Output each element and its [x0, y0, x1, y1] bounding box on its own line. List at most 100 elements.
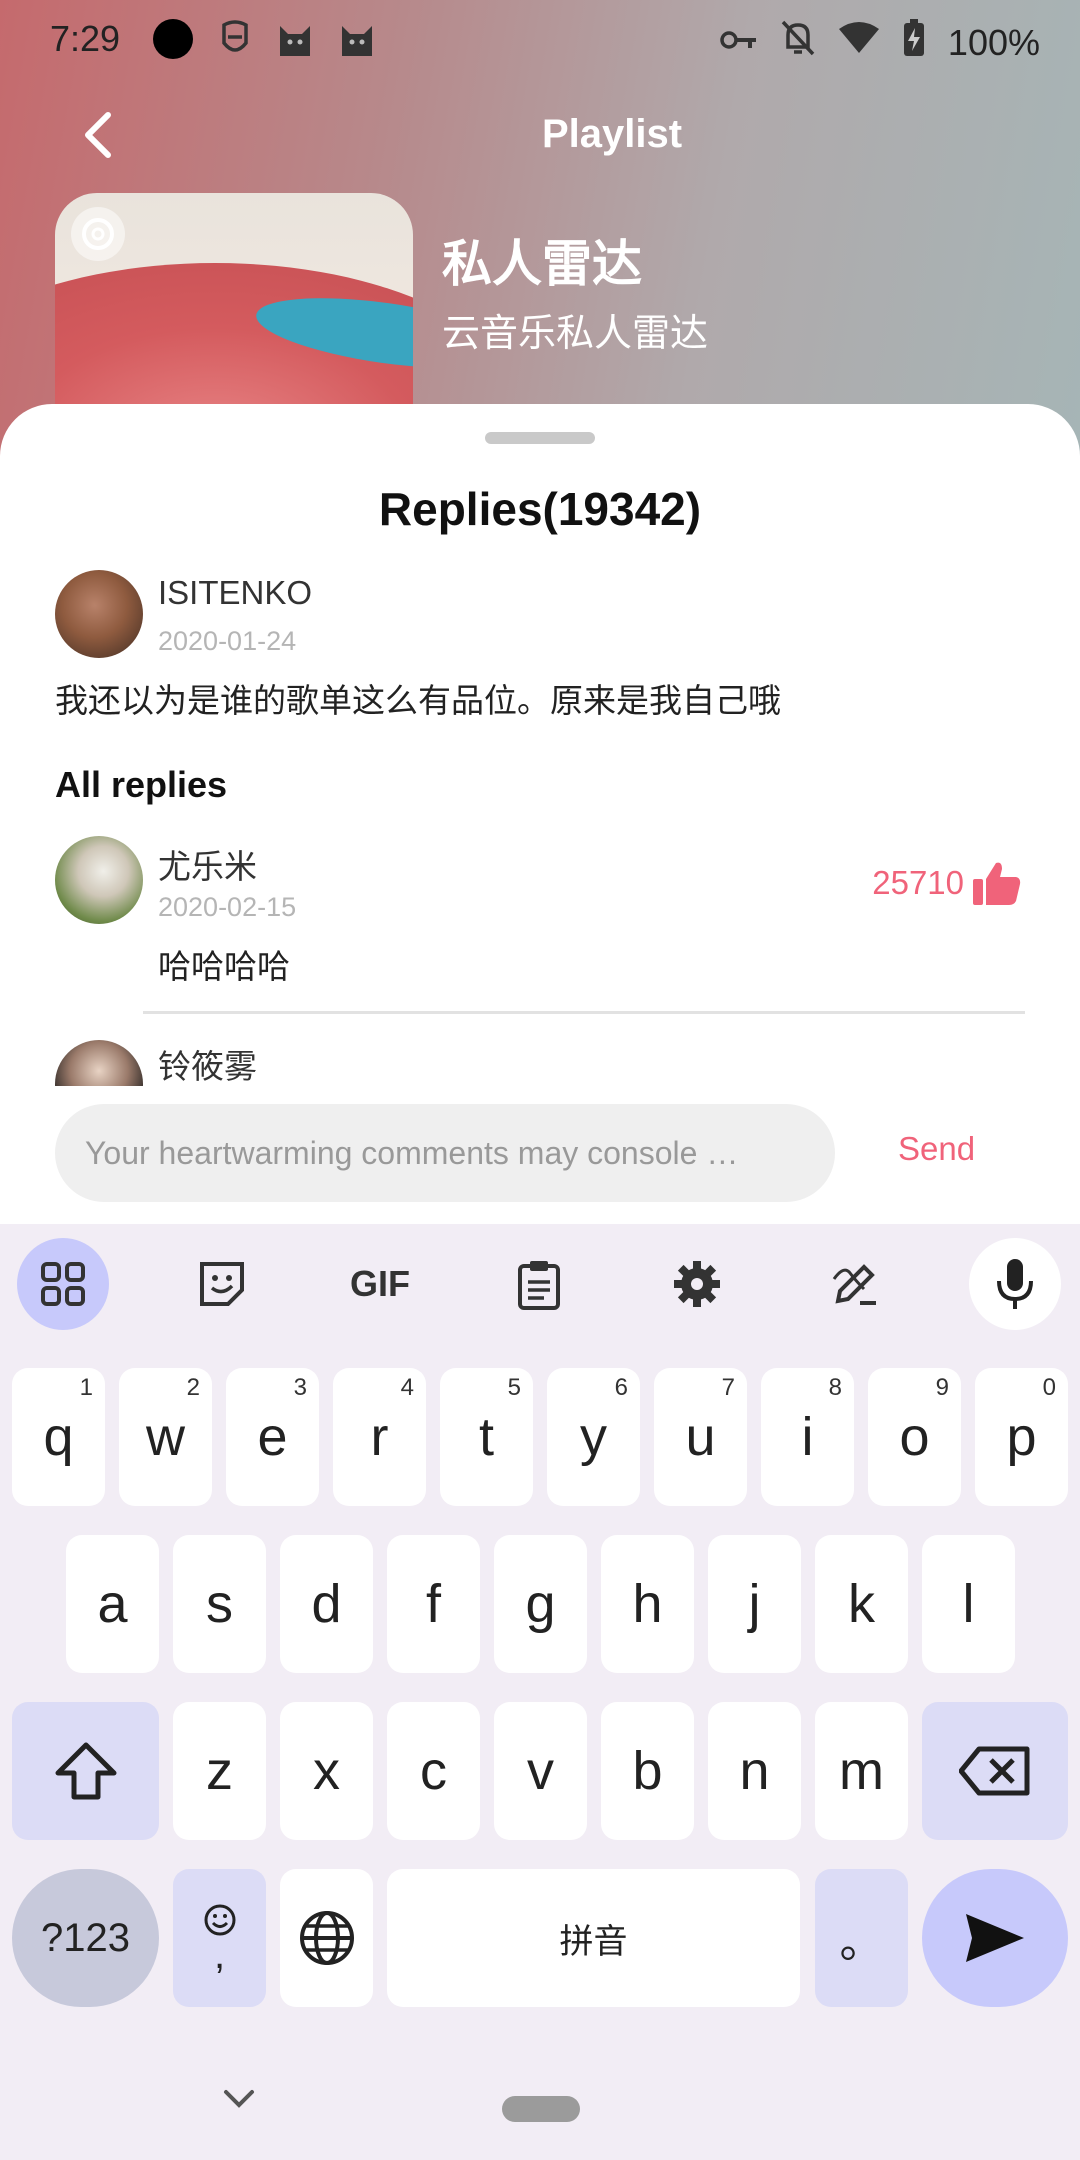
sticker-button[interactable]	[176, 1238, 268, 1330]
backspace-key[interactable]	[922, 1702, 1068, 1840]
key-k[interactable]: k	[815, 1535, 908, 1673]
key-hint: 2	[186, 1374, 200, 1401]
avatar[interactable]	[55, 836, 143, 924]
key-g[interactable]: g	[494, 1535, 587, 1673]
key-u[interactable]: u7	[654, 1368, 747, 1506]
key-a[interactable]: a	[66, 1535, 159, 1673]
key-q[interactable]: q1	[12, 1368, 105, 1506]
symbols-key[interactable]: ?123	[12, 1869, 159, 2007]
like-count: 25710	[872, 864, 964, 901]
emoji-icon	[204, 1904, 235, 1936]
reply-username[interactable]: 尤乐米	[158, 840, 257, 888]
space-key[interactable]: 拼音	[387, 1869, 800, 2007]
home-handle[interactable]	[502, 2096, 580, 2122]
key-j[interactable]: j	[708, 1535, 801, 1673]
key-label: w	[146, 1407, 185, 1467]
apps-grid-icon	[41, 1262, 85, 1306]
handwriting-button[interactable]	[809, 1238, 901, 1330]
key-label: o	[899, 1407, 930, 1467]
key-w[interactable]: w2	[119, 1368, 212, 1506]
shift-key[interactable]	[12, 1702, 159, 1840]
key-f[interactable]: f	[387, 1535, 480, 1673]
emoji-comma-key[interactable]: ,	[173, 1869, 266, 2007]
system-nav-bar	[0, 2040, 1080, 2160]
send-button[interactable]: Send	[898, 1130, 975, 1168]
key-label: q	[43, 1407, 74, 1467]
send-key[interactable]	[922, 1869, 1068, 2007]
original-comment-username[interactable]: ISITENKO	[158, 574, 312, 612]
key-x[interactable]: x	[280, 1702, 373, 1840]
thumbs-up-icon	[973, 862, 1021, 905]
cat-icon	[338, 20, 376, 67]
handwriting-icon	[832, 1264, 876, 1305]
backspace-icon	[959, 1746, 1030, 1796]
shift-icon	[55, 1742, 116, 1800]
key-m[interactable]: m	[815, 1702, 908, 1840]
key-hint: 1	[79, 1374, 93, 1401]
key-n[interactable]: n	[708, 1702, 801, 1840]
key-label: r	[370, 1407, 389, 1467]
period-key[interactable]: 。	[815, 1869, 908, 2007]
hide-keyboard-button[interactable]	[222, 2088, 256, 2115]
key-v[interactable]: v	[494, 1702, 587, 1840]
clipboard-button[interactable]	[493, 1238, 585, 1330]
all-replies-heading: All replies	[55, 764, 228, 805]
key-p[interactable]: p0	[975, 1368, 1068, 1506]
key-l[interactable]: l	[922, 1535, 1015, 1673]
wifi-icon	[838, 21, 880, 64]
key-h[interactable]: h	[601, 1535, 694, 1673]
key-hint: 5	[507, 1374, 521, 1401]
sheet-drag-handle[interactable]	[485, 432, 595, 444]
apps-grid-button[interactable]	[17, 1238, 109, 1330]
key-hint: 4	[400, 1374, 414, 1401]
key-hint: 3	[293, 1374, 307, 1401]
key-s[interactable]: s	[173, 1535, 266, 1673]
key-r[interactable]: r4	[333, 1368, 426, 1506]
like-button[interactable]: 25710	[872, 859, 1022, 907]
reply-username[interactable]: 铃筱雾	[158, 1040, 257, 1086]
reply-date: 2020-02-15	[158, 892, 297, 922]
key-label: y	[580, 1407, 607, 1467]
key-hint: 8	[828, 1374, 842, 1401]
key-z[interactable]: z	[173, 1702, 266, 1840]
key-c[interactable]: c	[387, 1702, 480, 1840]
key-label: p	[1006, 1407, 1037, 1467]
key-b[interactable]: b	[601, 1702, 694, 1840]
send-arrow-icon	[966, 1914, 1024, 1962]
reply-divider	[143, 1011, 1025, 1014]
key-e[interactable]: e3	[226, 1368, 319, 1506]
key-label: t	[478, 1407, 494, 1467]
avatar[interactable]	[55, 570, 143, 658]
key-label: u	[685, 1407, 716, 1467]
face-app-icon	[218, 19, 252, 68]
playlist-title: 私人雷达	[442, 236, 642, 292]
reply-text: 哈哈哈哈	[158, 948, 290, 985]
status-icons-right: 100%	[720, 18, 1040, 67]
gear-icon	[674, 1261, 720, 1307]
key-i[interactable]: i8	[761, 1368, 854, 1506]
gif-button[interactable]: GIF	[334, 1238, 426, 1330]
comma-label: ,	[213, 1933, 226, 1977]
netease-logo-icon	[71, 207, 125, 261]
key-icon	[720, 22, 758, 64]
mic-icon	[997, 1259, 1033, 1309]
key-d[interactable]: d	[280, 1535, 373, 1673]
comment-input-placeholder: Your heartwarming comments may console …	[85, 1134, 739, 1171]
key-hint: 0	[1042, 1374, 1056, 1401]
page-title: Playlist	[541, 112, 683, 156]
key-hint: 6	[614, 1374, 628, 1401]
playlist-subtitle: 云音乐私人雷达	[442, 313, 709, 355]
settings-button[interactable]	[651, 1238, 743, 1330]
avatar[interactable]	[55, 1040, 143, 1086]
chevron-down-icon	[224, 2090, 254, 2108]
camera-cutout-icon	[152, 18, 194, 69]
key-o[interactable]: o9	[868, 1368, 961, 1506]
key-t[interactable]: t5	[440, 1368, 533, 1506]
key-y[interactable]: y6	[547, 1368, 640, 1506]
voice-input-button[interactable]	[969, 1238, 1061, 1330]
sticker-icon	[200, 1262, 244, 1306]
original-comment-date: 2020-01-24	[158, 626, 297, 656]
comment-input-bar: Your heartwarming comments may console ……	[0, 1090, 1080, 1224]
comment-input[interactable]: Your heartwarming comments may console …	[55, 1104, 835, 1202]
language-key[interactable]	[280, 1869, 373, 2007]
